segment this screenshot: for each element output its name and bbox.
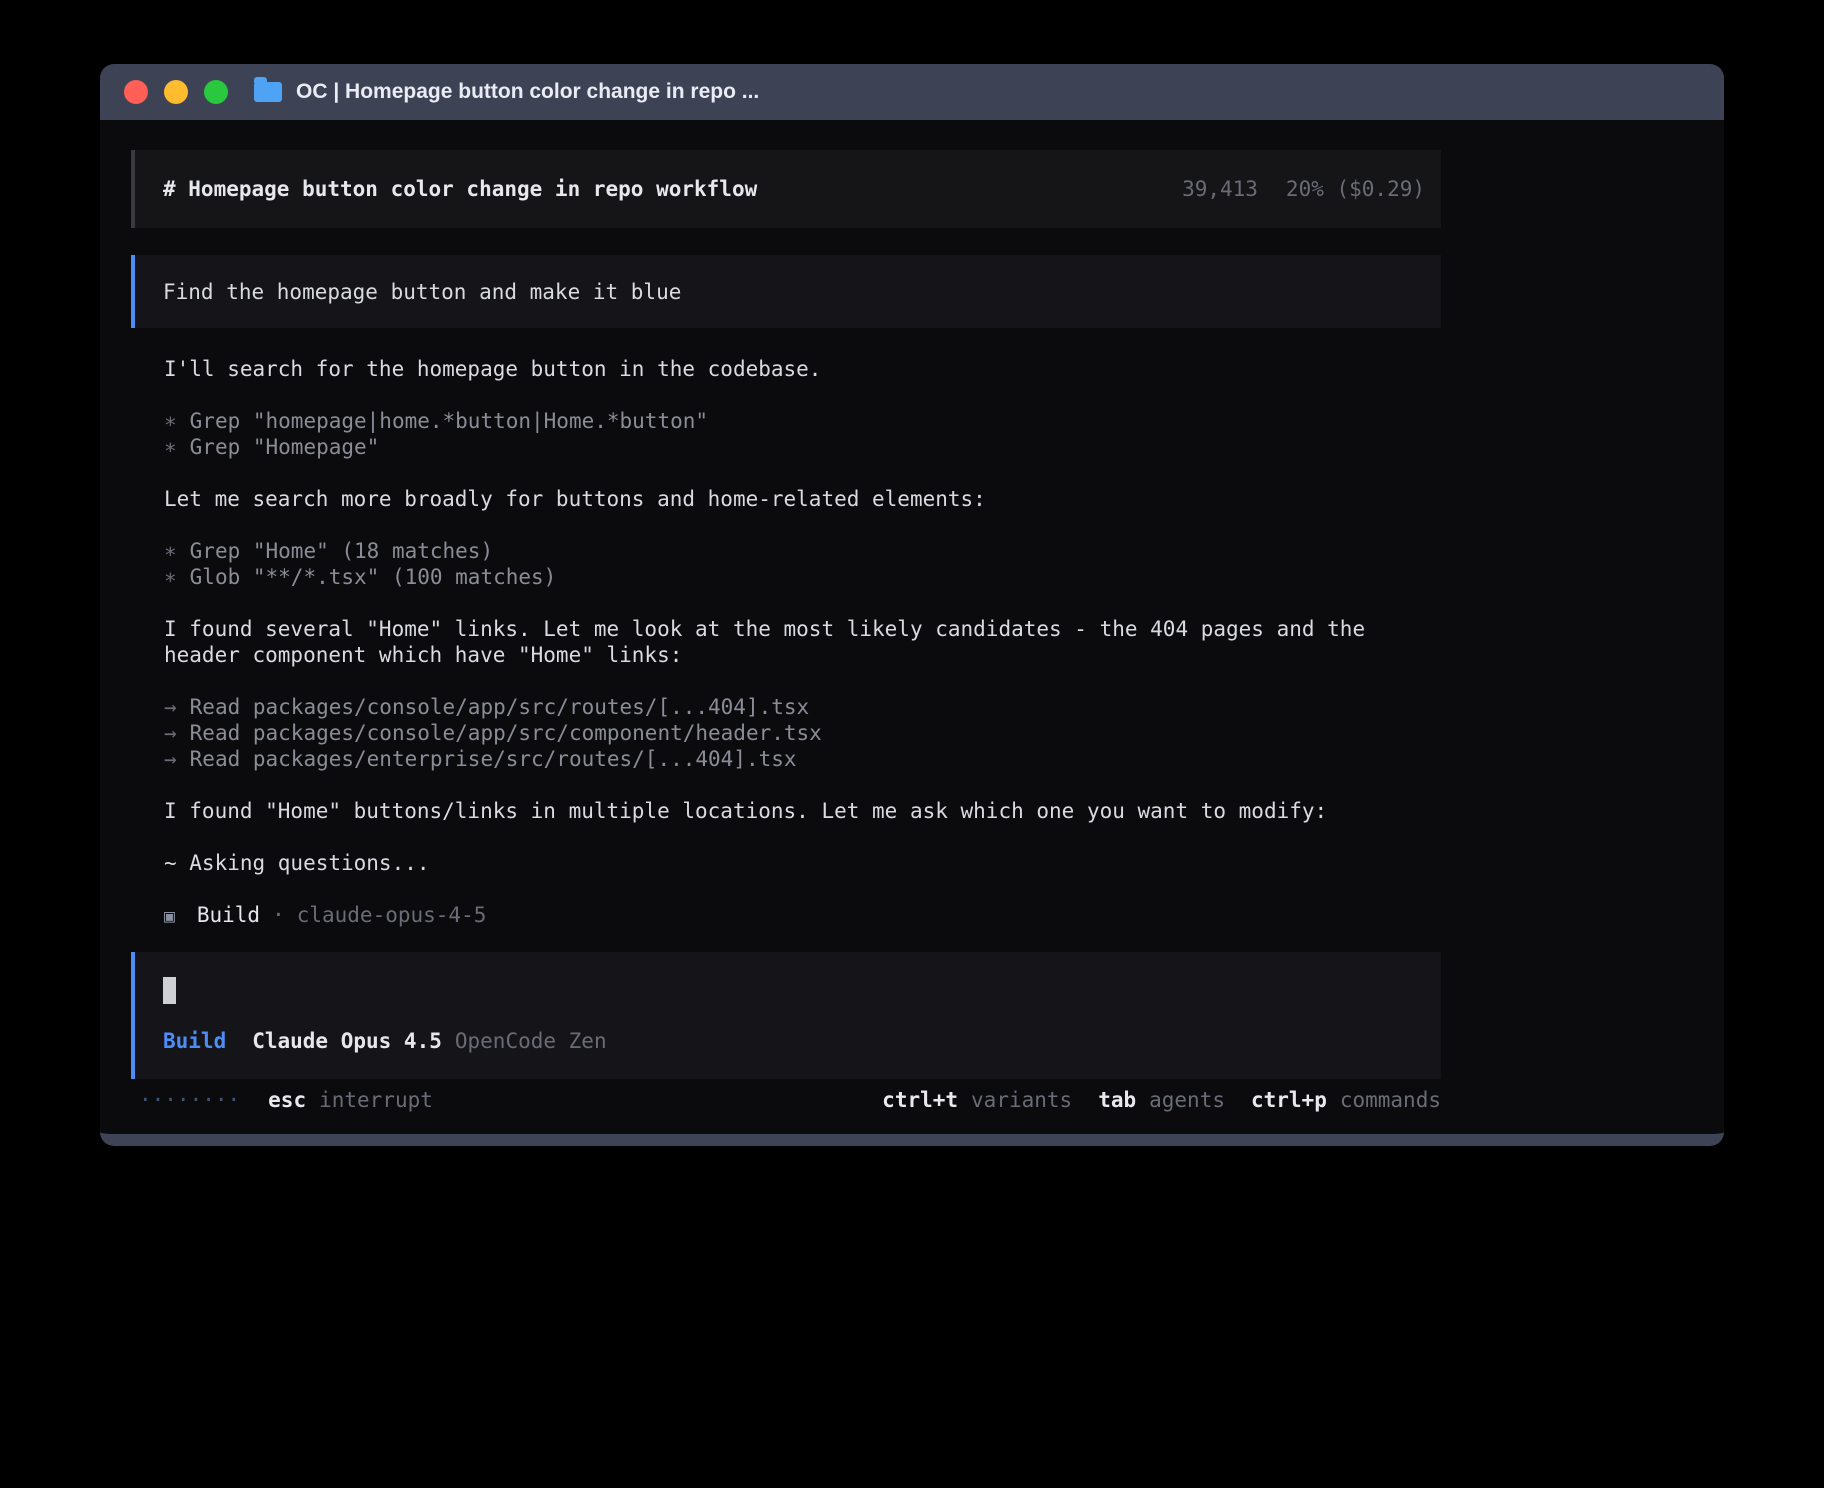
provider-name: OpenCode Zen [455, 1028, 607, 1054]
tool-call-text: Grep "Home" (18 matches) [190, 539, 493, 563]
tool-call-grep: ∗ Grep "homepage|home.*button|Home.*butto… [164, 408, 1404, 434]
asterisk-icon: ∗ [164, 565, 177, 589]
traffic-lights [112, 80, 228, 104]
assistant-text-intro: I'll search for the homepage button in t… [164, 356, 1404, 382]
agent-square-icon: ▣ [164, 906, 175, 927]
model-name[interactable]: Claude Opus 4.5 [252, 1028, 442, 1054]
shortcut-label: agents [1149, 1088, 1225, 1112]
shortcut-key: ctrl+p [1251, 1088, 1327, 1112]
window-title: OC | Homepage button color change in rep… [296, 80, 759, 104]
assistant-text-broaden: Let me search more broadly for buttons a… [164, 486, 1404, 512]
arrow-right-icon: → [164, 721, 177, 745]
token-count: 39,413 [1182, 176, 1258, 202]
close-window-button[interactable] [124, 80, 148, 104]
assistant-text-ask: I found "Home" buttons/links in multiple… [164, 798, 1404, 824]
asterisk-icon: ∗ [164, 409, 177, 433]
session-title: # Homepage button color change in repo w… [163, 176, 757, 202]
arrow-right-icon: → [164, 747, 177, 771]
prompt-input[interactable]: Build Claude Opus 4.5 OpenCode Zen [131, 952, 1441, 1079]
assistant-text-candidates: I found several "Home" links. Let me loo… [164, 616, 1404, 668]
agent-name: Build [197, 903, 260, 927]
tool-call-grep: ∗ Grep "Homepage" [164, 434, 1404, 460]
asterisk-icon: ∗ [164, 539, 177, 563]
tool-call-text: Grep "Homepage" [190, 435, 380, 459]
working-status-text: ~ Asking questions... [164, 850, 1404, 876]
shortcut-hints: ctrl+t variants tab agents ctrl+p commands [882, 1087, 1441, 1113]
text-cursor [163, 977, 176, 1004]
conversation-transcript: I'll search for the homepage button in t… [164, 356, 1404, 930]
tool-call-text: Glob "**/*.tsx" (100 matches) [190, 565, 557, 589]
shortcut-key: ctrl+t [882, 1088, 958, 1112]
tool-call-read: → Read packages/console/app/src/routes/[.… [164, 694, 1404, 720]
shortcut-label: commands [1340, 1088, 1441, 1112]
status-bar: ········ esc interrupt ctrl+t variants tab… [131, 1086, 1441, 1113]
shortcut-commands: ctrl+p commands [1251, 1087, 1441, 1113]
tool-call-text: Read packages/enterprise/src/routes/[...… [190, 747, 797, 771]
tool-call-grep: ∗ Grep "Home" (18 matches) [164, 538, 1404, 564]
shortcut-interrupt: esc interrupt [268, 1087, 433, 1113]
user-message: Find the homepage button and make it blu… [131, 255, 1441, 328]
user-message-text: Find the homepage button and make it blu… [163, 279, 681, 305]
session-header: # Homepage button color change in repo w… [131, 150, 1441, 228]
esc-key-label: esc [268, 1088, 306, 1112]
minimize-window-button[interactable] [164, 80, 188, 104]
shortcut-variants: ctrl+t variants [882, 1087, 1072, 1113]
terminal-window: OC | Homepage button color change in rep… [100, 64, 1724, 1146]
tool-call-text: Grep "homepage|home.*button|Home.*button… [190, 409, 708, 433]
titlebar: OC | Homepage button color change in rep… [100, 64, 1724, 120]
spinner-dots-icon: ········ [139, 1087, 240, 1113]
tool-call-read: → Read packages/console/app/src/component… [164, 720, 1404, 746]
shortcut-key: tab [1098, 1088, 1136, 1112]
shortcut-agents: tab agents [1098, 1087, 1225, 1113]
esc-action-label: interrupt [319, 1088, 433, 1112]
editor-meta: Build Claude Opus 4.5 OpenCode Zen [163, 1028, 1413, 1054]
tool-call-glob: ∗ Glob "**/*.tsx" (100 matches) [164, 564, 1404, 590]
tool-call-text: Read packages/console/app/src/routes/[..… [190, 695, 810, 719]
asterisk-icon: ∗ [164, 435, 177, 459]
dot-separator: · [272, 903, 285, 927]
session-stats: 39,413 20% ($0.29) [1182, 176, 1425, 202]
agent-mode-label[interactable]: Build [163, 1028, 226, 1054]
context-cost: 20% ($0.29) [1286, 176, 1425, 202]
arrow-right-icon: → [164, 695, 177, 719]
folder-icon [254, 82, 282, 102]
tool-call-text: Read packages/console/app/src/component/… [190, 721, 822, 745]
zoom-window-button[interactable] [204, 80, 228, 104]
shortcut-label: variants [971, 1088, 1072, 1112]
agent-indicator: ▣ Build · claude-opus-4-5 [164, 902, 1404, 930]
tool-call-read: → Read packages/enterprise/src/routes/[..… [164, 746, 1404, 772]
terminal-content: # Homepage button color change in repo w… [100, 150, 1724, 1113]
agent-model-name: claude-opus-4-5 [297, 903, 487, 927]
